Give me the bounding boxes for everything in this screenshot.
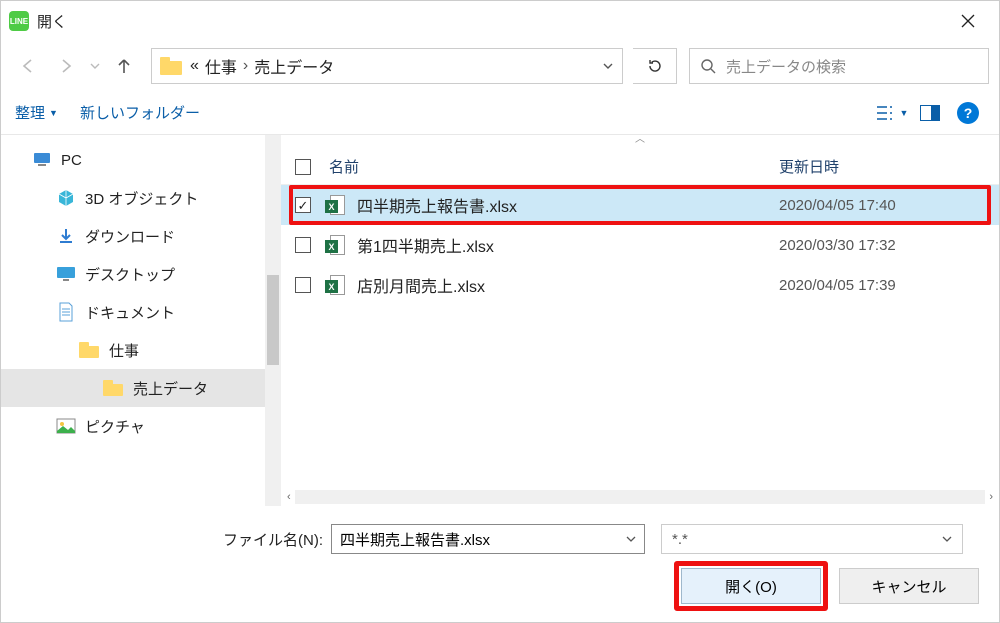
forward-button[interactable] [49,49,83,83]
file-name: 第1四半期売上.xlsx [357,233,779,257]
navbar: « 仕事 › 売上データ 売上データの検索 [1,41,999,91]
desktop-icon [55,264,77,284]
download-icon [55,226,77,246]
help-button[interactable]: ? [951,98,985,128]
tree-item-folder[interactable]: 仕事 [1,331,281,369]
up-button[interactable] [107,49,141,83]
open-button[interactable]: 開く(O) [681,568,821,604]
toolbar: 整理▼ 新しいフォルダー ▼ ? [1,91,999,135]
file-row[interactable]: X 第1四半期売上.xlsx2020/03/30 17:32 [281,225,999,265]
xlsx-icon: X [325,275,349,295]
recent-dropdown[interactable] [87,49,103,83]
document-icon [55,302,77,322]
breadcrumb-prefix: « [190,57,199,75]
folder-icon [79,340,101,360]
file-date: 2020/04/05 17:40 [779,197,999,214]
row-checkbox[interactable] [281,237,325,253]
tree-item-document[interactable]: ドキュメント [1,293,281,331]
folder-tree[interactable]: PC 3D オブジェクトダウンロードデスクトップドキュメント仕事売上データピクチャ [1,135,281,506]
body: PC 3D オブジェクトダウンロードデスクトップドキュメント仕事売上データピクチャ… [1,135,999,506]
address-bar[interactable]: « 仕事 › 売上データ [151,48,623,84]
file-type-select[interactable]: *.* [661,524,963,554]
tree-item-label: ダウンロード [85,226,175,247]
file-row[interactable]: X 店別月間売上.xlsx2020/04/05 17:39 [281,265,999,305]
search-placeholder: 売上データの検索 [726,56,846,77]
new-folder-button[interactable]: 新しいフォルダー [80,102,200,123]
refresh-button[interactable] [633,48,677,84]
chevron-down-icon[interactable] [942,534,952,544]
3d-icon [55,188,77,208]
tree-item-label: 売上データ [133,378,208,399]
file-date: 2020/03/30 17:32 [779,237,999,254]
tree-item-label: 3D オブジェクト [85,188,198,209]
sidebar-scrollbar[interactable] [265,135,281,506]
filename-value: 四半期売上報告書.xlsx [340,529,490,550]
line-app-icon: LINE [9,11,29,31]
horizontal-scrollbar[interactable]: ‹ › [281,488,999,506]
file-name: 四半期売上報告書.xlsx [357,193,779,217]
open-button-highlight: 開く(O) [681,568,821,604]
scroll-right-icon[interactable]: › [989,491,993,503]
tree-item-3d[interactable]: 3D オブジェクト [1,179,281,217]
back-button[interactable] [11,49,45,83]
tree-item-label: ピクチャ [85,416,145,437]
column-date[interactable]: 更新日時 [779,156,999,177]
chevron-down-icon[interactable] [626,534,636,544]
organize-menu[interactable]: 整理▼ [15,102,58,123]
tree-item-label: デスクトップ [85,264,175,285]
xlsx-icon: X [325,235,349,255]
row-checkbox[interactable] [281,277,325,293]
tree-item-download[interactable]: ダウンロード [1,217,281,255]
search-box[interactable]: 売上データの検索 [689,48,989,84]
xlsx-icon: X [325,195,349,215]
file-list-pane: ︿ 名前 更新日時 X 四半期売上報告書.xlsx2020/04/05 17:40… [281,135,999,506]
tree-item-desktop[interactable]: デスクトップ [1,255,281,293]
tree-item-label: ドキュメント [85,302,175,323]
tree-item-pc[interactable]: PC [1,141,281,179]
chevron-right-icon: › [243,57,248,75]
header-checkbox[interactable] [281,159,325,175]
scroll-left-icon[interactable]: ‹ [287,491,291,503]
breadcrumb-item[interactable]: 仕事 [205,54,237,78]
file-name: 店別月間売上.xlsx [357,273,779,297]
preview-pane-button[interactable] [913,98,947,128]
search-icon [700,58,716,74]
scrollbar-thumb[interactable] [267,275,279,365]
breadcrumb-item[interactable]: 売上データ [254,54,334,78]
help-icon: ? [957,102,979,124]
tree-item-label: 仕事 [109,340,139,361]
file-date: 2020/04/05 17:39 [779,277,999,294]
file-list: X 四半期売上報告書.xlsx2020/04/05 17:40 X 第1四半期売上.x… [281,185,999,488]
close-button[interactable] [945,5,991,37]
pictures-icon [55,416,77,436]
folder-icon [103,378,125,398]
column-headers: 名前 更新日時 [281,149,999,185]
tree-item-folder[interactable]: 売上データ [1,369,281,407]
file-type-value: *.* [672,531,688,548]
address-dropdown[interactable] [602,60,614,72]
dialog-title: 開く [37,11,67,32]
filename-input[interactable]: 四半期売上報告書.xlsx [331,524,645,554]
cancel-button[interactable]: キャンセル [839,568,979,604]
view-menu[interactable]: ▼ [875,98,909,128]
breadcrumb: « 仕事 › 売上データ [190,54,334,78]
footer: ファイル名(N): 四半期売上報告書.xlsx *.* 開く(O) キャンセル [1,506,999,622]
collapse-chevron-icon[interactable]: ︿ [281,135,999,149]
pc-icon [31,150,53,170]
file-row[interactable]: X 四半期売上報告書.xlsx2020/04/05 17:40 [281,185,999,225]
file-open-dialog: LINE 開く « 仕事 › 売上デー [0,0,1000,623]
filename-label: ファイル名(N): [1,529,331,550]
tree-item-label: PC [61,152,82,169]
column-name[interactable]: 名前 [325,156,779,177]
tree-item-pictures[interactable]: ピクチャ [1,407,281,445]
titlebar: LINE 開く [1,1,999,41]
row-checkbox[interactable] [281,197,325,213]
folder-icon [160,57,182,75]
